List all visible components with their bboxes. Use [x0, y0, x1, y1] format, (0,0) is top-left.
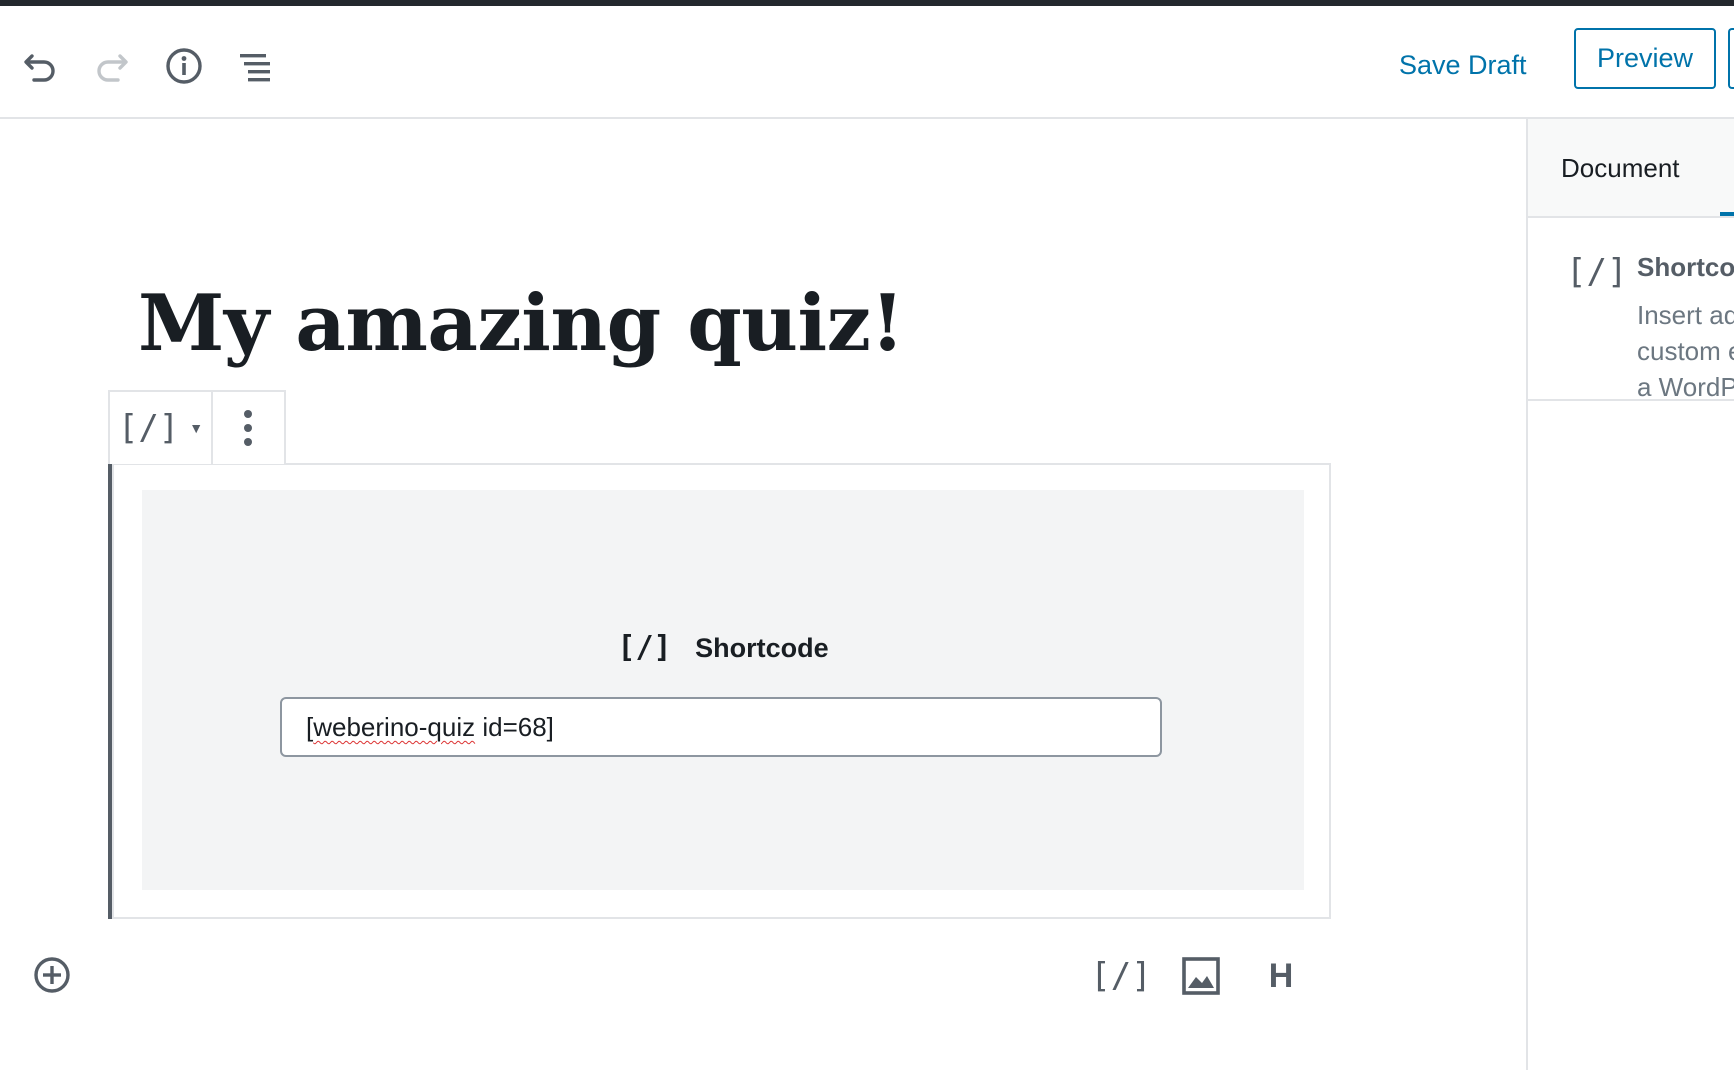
image-icon — [1182, 957, 1220, 995]
shortcode-label: [/] Shortcode — [142, 630, 1304, 665]
publish-button-edge[interactable] — [1728, 28, 1734, 89]
tab-document[interactable]: Document — [1561, 153, 1680, 184]
shortcode-placeholder: [/] Shortcode — [142, 490, 1304, 890]
content-info-button[interactable] — [156, 38, 212, 94]
more-vertical-icon — [243, 410, 252, 446]
block-card-description: Insert additional custom elements with a… — [1637, 300, 1734, 401]
block-card-title: Shortcode — [1637, 252, 1734, 282]
editor-header: Save Draft Preview — [0, 6, 1734, 119]
save-draft-button[interactable]: Save Draft — [1399, 50, 1527, 81]
quick-insert-heading-button[interactable]: H — [1256, 951, 1306, 1001]
shortcode-label-text: Shortcode — [695, 633, 829, 663]
list-icon — [240, 54, 270, 82]
redo-icon — [97, 54, 128, 82]
shortcode-icon: [/] — [117, 408, 180, 448]
shortcode-icon: [/] — [1566, 252, 1628, 292]
block-inserter-button[interactable] — [30, 953, 74, 997]
info-icon — [166, 48, 202, 84]
shortcode-value-suffix: id=68] — [475, 712, 554, 742]
tab-active-indicator — [1720, 212, 1734, 216]
shortcode-value-misspelled: weberino-quiz — [313, 712, 476, 742]
settings-sidebar: Document [/] Shortcode Insert additional… — [1526, 119, 1734, 1070]
undo-button[interactable] — [12, 38, 68, 94]
quick-insert-image-button[interactable] — [1176, 951, 1226, 1001]
more-options-button[interactable] — [211, 392, 284, 464]
block-toolbar: [/] ▼ — [108, 390, 286, 464]
quick-insert-shortcode-button[interactable]: [/] — [1090, 951, 1151, 1001]
undo-icon — [24, 54, 55, 82]
shortcode-input[interactable]: [weberino-quiz id=68] — [280, 697, 1162, 757]
sidebar-tabs: Document — [1528, 119, 1734, 218]
block-switcher-button[interactable]: [/] ▼ — [110, 392, 213, 464]
shortcode-icon: [/] — [617, 630, 672, 665]
post-title[interactable]: My amazing quiz! — [138, 278, 905, 369]
caret-down-icon: ▼ — [189, 420, 204, 436]
block-navigation-button[interactable] — [228, 38, 284, 94]
plus-circle-icon — [34, 957, 70, 993]
preview-button[interactable]: Preview — [1574, 28, 1716, 89]
redo-button[interactable] — [84, 38, 140, 94]
block-card: [/] Shortcode Insert additional custom e… — [1528, 218, 1734, 401]
